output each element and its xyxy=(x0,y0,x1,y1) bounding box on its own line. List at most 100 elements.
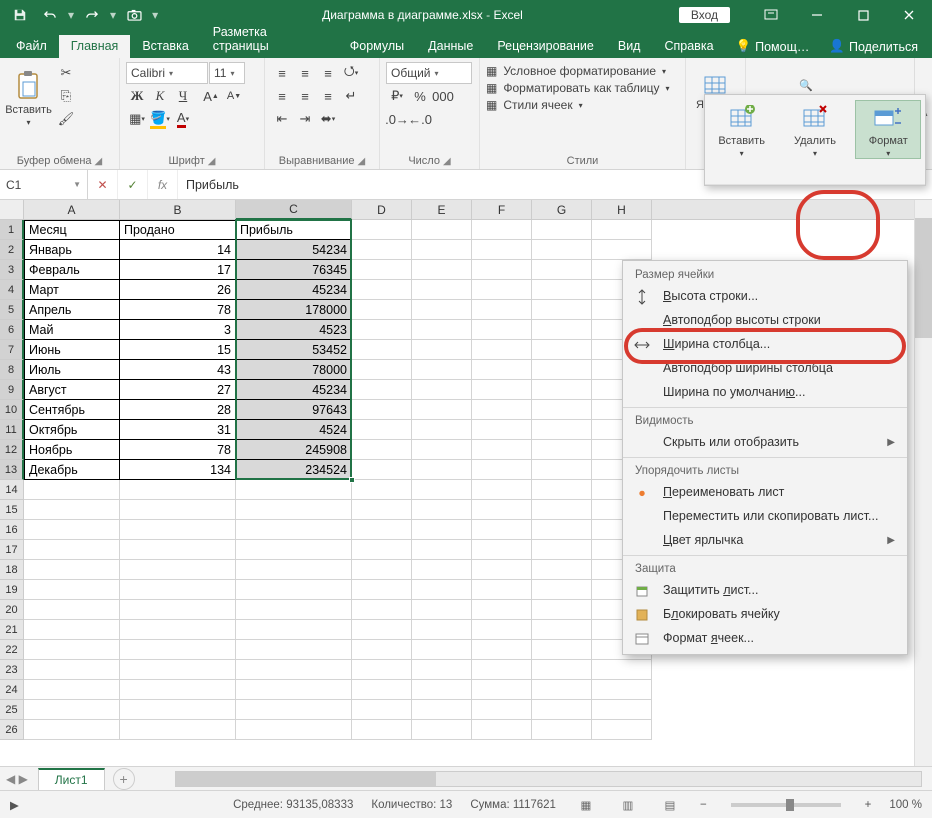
cell[interactable] xyxy=(24,600,120,620)
tell-me[interactable]: 💡Помощ… xyxy=(726,35,820,58)
tab-data[interactable]: Данные xyxy=(416,35,485,58)
cell[interactable] xyxy=(352,560,412,580)
cell[interactable] xyxy=(352,320,412,340)
cell[interactable] xyxy=(472,580,532,600)
cell[interactable] xyxy=(24,700,120,720)
row-header[interactable]: 15 xyxy=(0,500,24,520)
cell[interactable]: Январь xyxy=(24,240,120,260)
zoom-slider[interactable] xyxy=(731,803,841,807)
cell[interactable] xyxy=(120,560,236,580)
cell[interactable] xyxy=(352,400,412,420)
cell[interactable]: Август xyxy=(24,380,120,400)
cell[interactable] xyxy=(412,560,472,580)
cell[interactable] xyxy=(352,440,412,460)
tab-view[interactable]: Вид xyxy=(606,35,653,58)
cell[interactable] xyxy=(24,580,120,600)
cell[interactable] xyxy=(412,280,472,300)
cell[interactable] xyxy=(120,540,236,560)
cell[interactable] xyxy=(532,260,592,280)
cell[interactable] xyxy=(472,640,532,660)
cell[interactable]: 45234 xyxy=(236,280,352,300)
cell[interactable] xyxy=(412,420,472,440)
copy-icon[interactable]: ⎘ xyxy=(55,85,77,107)
format-as-table-button[interactable]: ▦Форматировать как таблицу▾ xyxy=(486,81,670,95)
cell[interactable] xyxy=(412,360,472,380)
row-header[interactable]: 14 xyxy=(0,480,24,500)
cell[interactable] xyxy=(24,520,120,540)
cell[interactable] xyxy=(352,300,412,320)
row-header[interactable]: 24 xyxy=(0,680,24,700)
cell[interactable] xyxy=(24,540,120,560)
menu-autofit-row-height[interactable]: Автоподбор высоты строки xyxy=(623,308,907,332)
cell[interactable] xyxy=(352,540,412,560)
row-header[interactable]: 17 xyxy=(0,540,24,560)
cell[interactable]: 245908 xyxy=(236,440,352,460)
cell[interactable] xyxy=(412,240,472,260)
cell[interactable] xyxy=(352,480,412,500)
cell[interactable] xyxy=(236,640,352,660)
cell[interactable] xyxy=(532,620,592,640)
dialog-launcher-icon[interactable]: ◢ xyxy=(95,156,103,167)
cell[interactable] xyxy=(24,560,120,580)
cell[interactable]: 4524 xyxy=(236,420,352,440)
cell[interactable] xyxy=(412,400,472,420)
cell[interactable] xyxy=(236,520,352,540)
cell[interactable] xyxy=(352,620,412,640)
cell[interactable] xyxy=(532,320,592,340)
cell[interactable]: 45234 xyxy=(236,380,352,400)
cell[interactable] xyxy=(532,660,592,680)
row-header[interactable]: 4 xyxy=(0,280,24,300)
cell[interactable] xyxy=(352,360,412,380)
row-header[interactable]: 11 xyxy=(0,420,24,440)
cell[interactable]: Апрель xyxy=(24,300,120,320)
cell[interactable] xyxy=(352,500,412,520)
format-painter-icon[interactable]: 🖌 xyxy=(55,108,77,130)
new-sheet-button[interactable]: + xyxy=(113,768,135,790)
menu-protect-sheet[interactable]: Защитить лист... xyxy=(623,578,907,602)
column-header[interactable]: F xyxy=(472,200,532,220)
orientation-icon[interactable]: ⭯▾ xyxy=(340,62,362,84)
conditional-formatting-button[interactable]: ▦Условное форматирование▾ xyxy=(486,64,670,78)
cell[interactable] xyxy=(472,600,532,620)
login-button[interactable]: Вход xyxy=(679,7,730,23)
cell[interactable] xyxy=(472,220,532,240)
row-header[interactable]: 5 xyxy=(0,300,24,320)
cell[interactable]: 78000 xyxy=(236,360,352,380)
cell[interactable] xyxy=(532,560,592,580)
cell[interactable] xyxy=(532,640,592,660)
zoom-out-icon[interactable]: − xyxy=(700,799,707,811)
cell[interactable] xyxy=(532,360,592,380)
cell[interactable] xyxy=(24,680,120,700)
cell[interactable]: 97643 xyxy=(236,400,352,420)
cell[interactable]: 3 xyxy=(120,320,236,340)
cell[interactable] xyxy=(352,520,412,540)
menu-column-width[interactable]: Ширина столбца... xyxy=(623,332,907,356)
row-header[interactable]: 7 xyxy=(0,340,24,360)
row-header[interactable]: 19 xyxy=(0,580,24,600)
cell[interactable]: Март xyxy=(24,280,120,300)
cell[interactable] xyxy=(472,720,532,740)
row-header[interactable]: 20 xyxy=(0,600,24,620)
tab-review[interactable]: Рецензирование xyxy=(485,35,606,58)
align-left-icon[interactable]: ≡ xyxy=(271,85,293,107)
cell[interactable]: Декабрь xyxy=(24,460,120,480)
cell[interactable] xyxy=(352,240,412,260)
cell[interactable] xyxy=(472,280,532,300)
cell[interactable] xyxy=(352,660,412,680)
cell[interactable]: 28 xyxy=(120,400,236,420)
cell[interactable]: 78 xyxy=(120,300,236,320)
cell[interactable] xyxy=(532,700,592,720)
cell[interactable] xyxy=(532,400,592,420)
cell[interactable] xyxy=(412,640,472,660)
cell[interactable]: 4523 xyxy=(236,320,352,340)
cancel-icon[interactable]: ✕ xyxy=(88,170,118,199)
row-header[interactable]: 3 xyxy=(0,260,24,280)
column-header[interactable]: B xyxy=(120,200,236,220)
dialog-launcher-icon[interactable]: ◢ xyxy=(443,156,451,167)
italic-button[interactable]: К xyxy=(149,85,171,107)
cell[interactable] xyxy=(236,560,352,580)
underline-button[interactable]: Ч xyxy=(172,85,194,107)
cell[interactable] xyxy=(412,680,472,700)
cell[interactable] xyxy=(236,700,352,720)
horizontal-scrollbar[interactable] xyxy=(175,771,922,787)
